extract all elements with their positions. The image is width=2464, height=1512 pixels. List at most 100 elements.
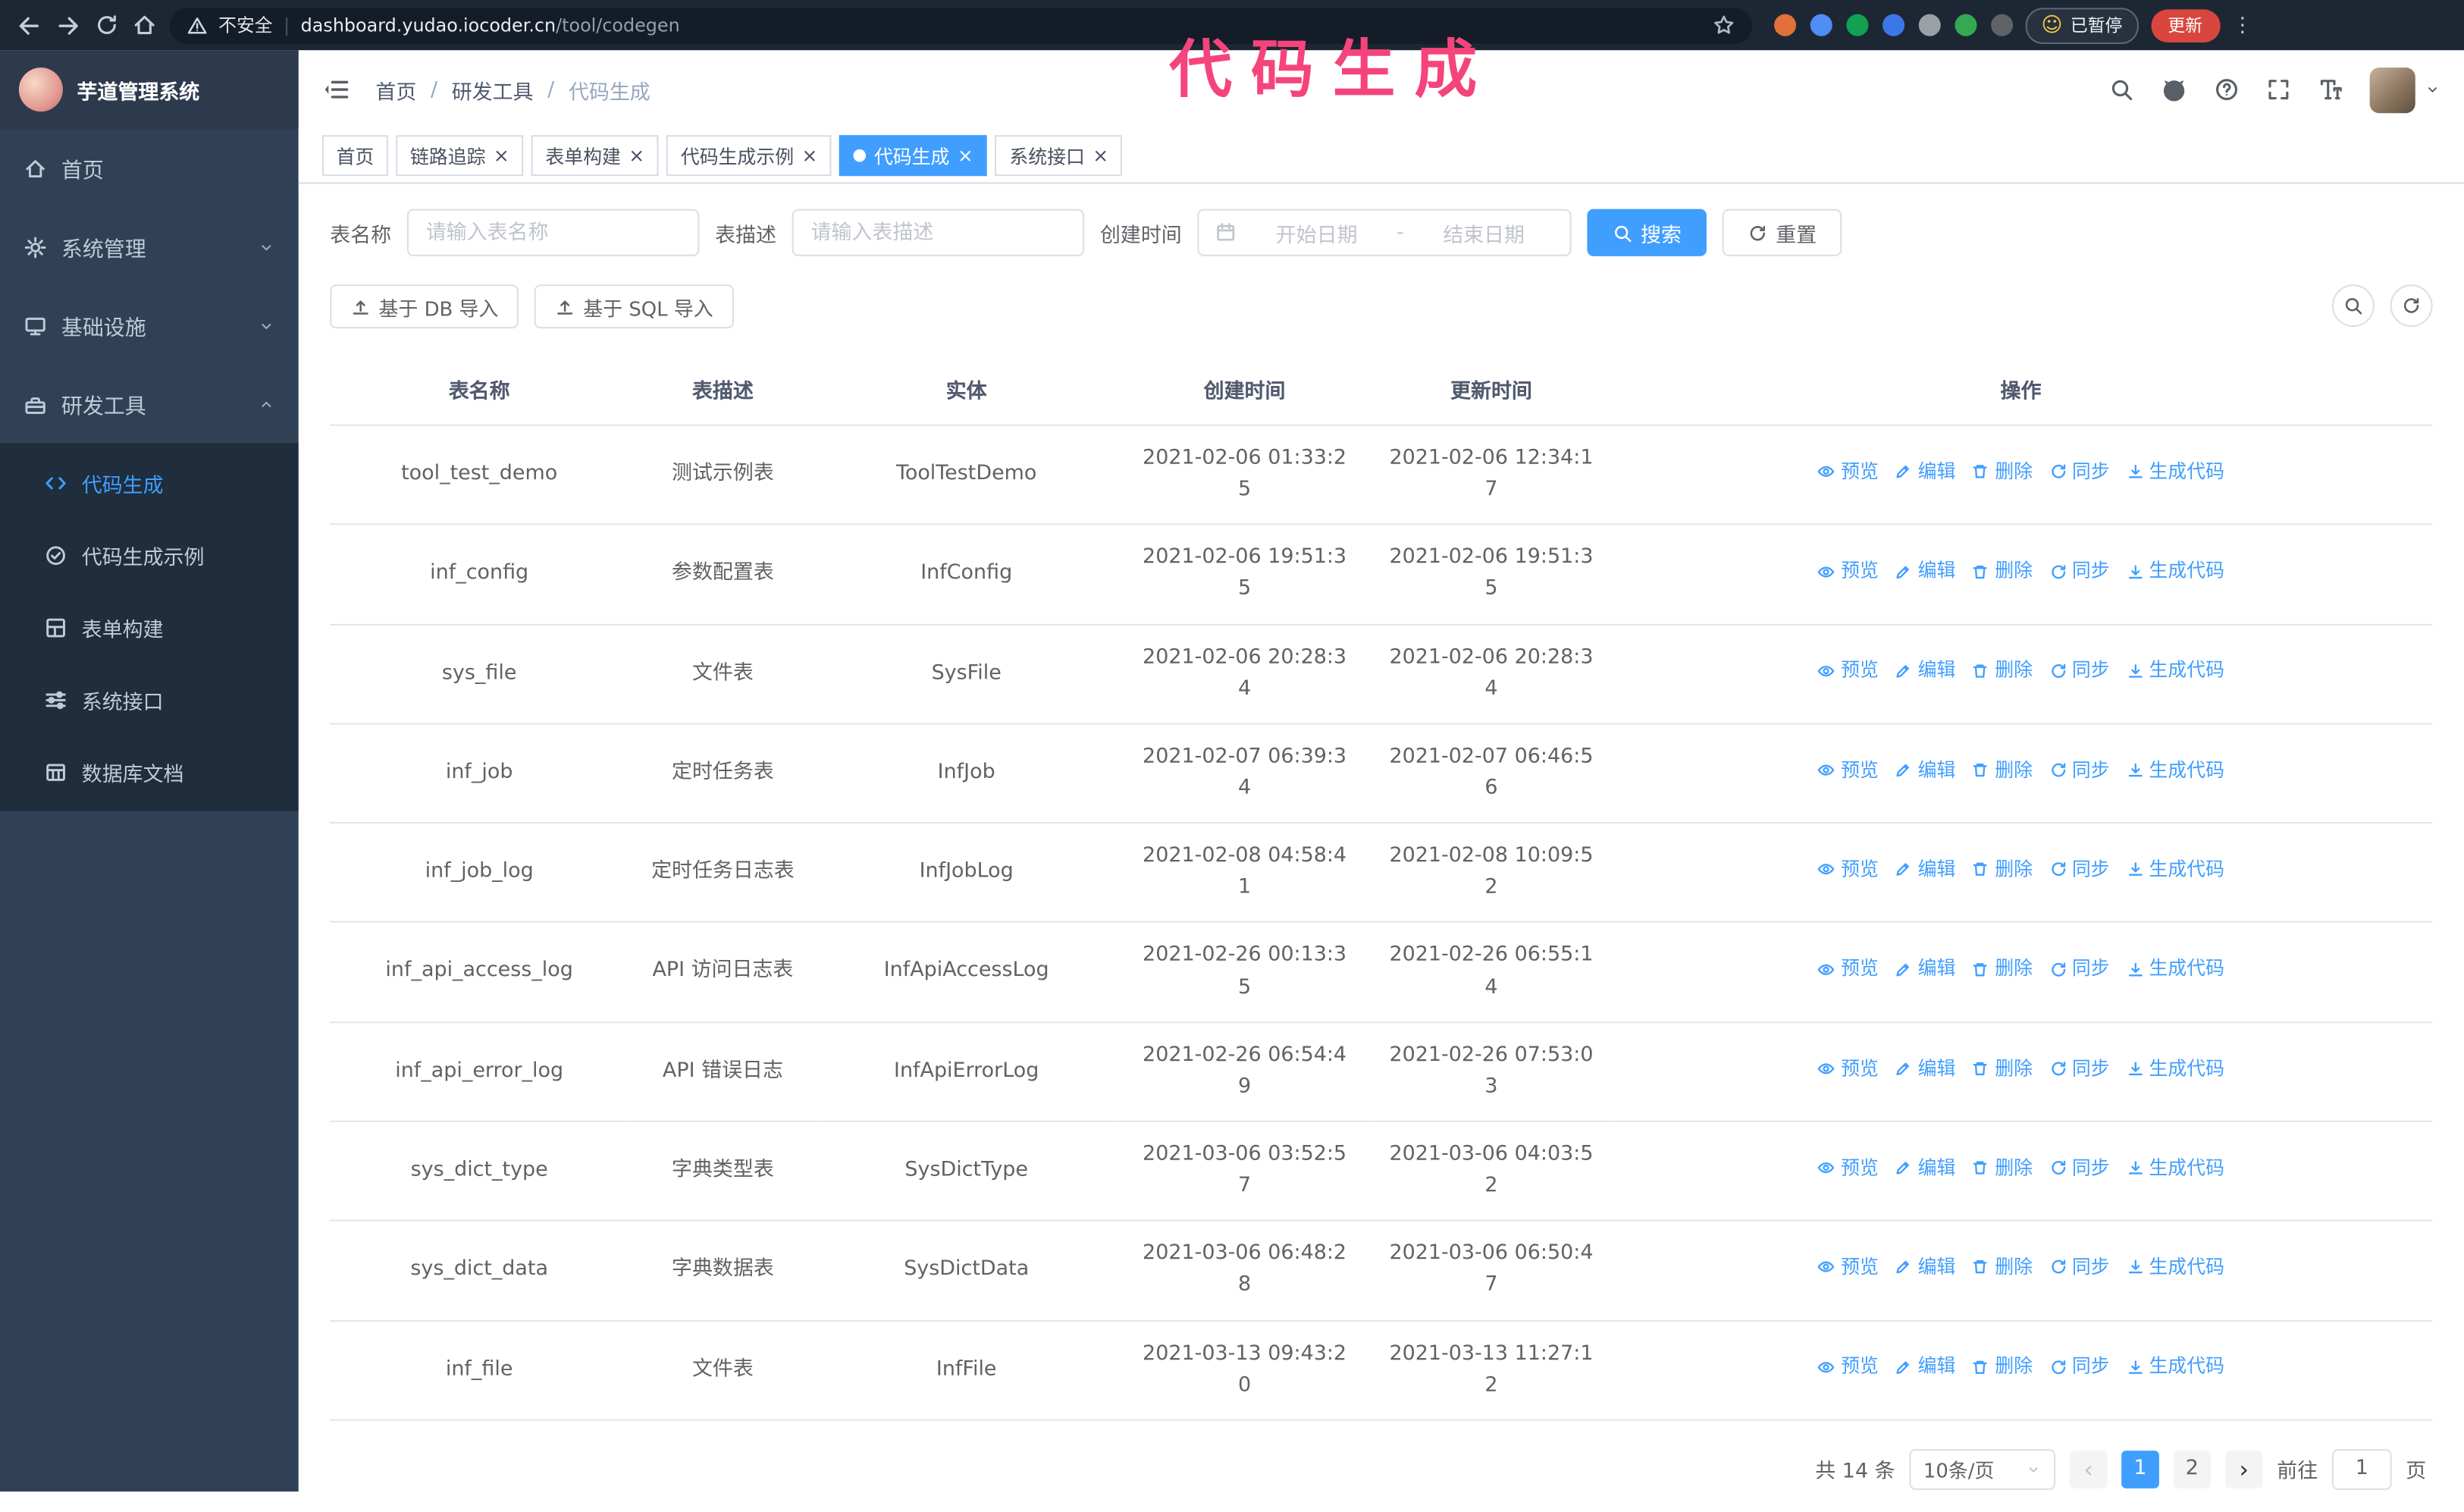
sidebar-item-home[interactable]: 首页 xyxy=(0,129,299,208)
page-size-select[interactable]: 10条/页 xyxy=(1909,1448,2056,1490)
font-size-icon[interactable] xyxy=(2318,77,2343,102)
hamburger-icon[interactable] xyxy=(322,75,350,103)
browser-home-icon[interactable] xyxy=(132,13,157,38)
breadcrumb-devtools[interactable]: 研发工具 xyxy=(452,74,534,105)
preview-link[interactable]: 预览 xyxy=(1817,557,1879,586)
extension-icon[interactable] xyxy=(1810,14,1832,36)
table-name-input[interactable] xyxy=(406,209,700,256)
sync-link[interactable]: 同步 xyxy=(2049,1153,2110,1183)
preview-link[interactable]: 预览 xyxy=(1817,755,1879,785)
import-sql-button[interactable]: 基于 SQL 导入 xyxy=(534,284,734,329)
extension-icon[interactable] xyxy=(1882,14,1905,36)
goto-page-input[interactable] xyxy=(2331,1448,2392,1490)
delete-link[interactable]: 删除 xyxy=(1971,1352,2033,1382)
generate-code-link[interactable]: 生成代码 xyxy=(2125,955,2224,984)
delete-link[interactable]: 删除 xyxy=(1971,1054,2033,1084)
reload-icon[interactable] xyxy=(94,13,119,38)
close-icon[interactable]: × xyxy=(1092,146,1108,165)
sidebar-item-db-doc[interactable]: 数据库文档 xyxy=(0,736,299,808)
edit-link[interactable]: 编辑 xyxy=(1895,457,1955,487)
tag-tab-5[interactable]: 系统接口 × xyxy=(995,135,1123,177)
sync-link[interactable]: 同步 xyxy=(2049,1352,2110,1382)
close-icon[interactable]: × xyxy=(801,146,817,165)
preview-link[interactable]: 预览 xyxy=(1817,1054,1879,1084)
delete-link[interactable]: 删除 xyxy=(1971,457,2033,487)
sidebar-item-codegen[interactable]: 代码生成 xyxy=(0,447,299,519)
tag-tab-1[interactable]: 链路追踪 × xyxy=(396,135,524,177)
sync-link[interactable]: 同步 xyxy=(2049,457,2110,487)
sync-link[interactable]: 同步 xyxy=(2049,855,2110,885)
sidebar-item-codegen-example[interactable]: 代码生成示例 xyxy=(0,519,299,591)
search-toggle-button[interactable] xyxy=(2331,284,2375,328)
sidebar-item-api[interactable]: 系统接口 xyxy=(0,663,299,736)
sidebar-item-system[interactable]: 系统管理 xyxy=(0,208,299,287)
generate-code-link[interactable]: 生成代码 xyxy=(2125,1054,2224,1084)
extension-icon[interactable] xyxy=(1991,14,2014,36)
tag-tab-4[interactable]: 代码生成 × xyxy=(839,135,988,177)
sync-link[interactable]: 同步 xyxy=(2049,1054,2110,1084)
forward-icon[interactable] xyxy=(55,12,82,39)
reset-button[interactable]: 重置 xyxy=(1722,209,1842,256)
sidebar-item-form-builder[interactable]: 表单构建 xyxy=(0,591,299,663)
edit-link[interactable]: 编辑 xyxy=(1895,1054,1955,1084)
tag-tab-0[interactable]: 首页 xyxy=(321,135,388,177)
extension-icon[interactable] xyxy=(1918,14,1941,36)
extension-icon[interactable] xyxy=(1846,14,1869,36)
prev-page-button[interactable]: ‹ xyxy=(2069,1450,2108,1488)
preview-link[interactable]: 预览 xyxy=(1817,1352,1879,1382)
url-bar[interactable]: 不安全 | dashboard.yudao.iocoder.cn /tool/c… xyxy=(169,7,1753,43)
generate-code-link[interactable]: 生成代码 xyxy=(2125,1352,2224,1382)
sync-link[interactable]: 同步 xyxy=(2049,755,2110,785)
user-menu[interactable] xyxy=(2369,67,2440,113)
edit-link[interactable]: 编辑 xyxy=(1895,557,1955,586)
edit-link[interactable]: 编辑 xyxy=(1895,1253,1955,1282)
tag-tab-3[interactable]: 代码生成示例 × xyxy=(666,135,832,177)
app-logo[interactable]: 芋道管理系统 xyxy=(0,50,299,129)
back-icon[interactable] xyxy=(16,12,42,39)
edit-link[interactable]: 编辑 xyxy=(1895,1352,1955,1382)
sidebar-item-devtools[interactable]: 研发工具 xyxy=(0,365,299,444)
preview-link[interactable]: 预览 xyxy=(1817,656,1879,685)
edit-link[interactable]: 编辑 xyxy=(1895,955,1955,984)
import-db-button[interactable]: 基于 DB 导入 xyxy=(330,284,519,329)
generate-code-link[interactable]: 生成代码 xyxy=(2125,1253,2224,1282)
header-search-icon[interactable] xyxy=(2109,77,2134,102)
browser-menu-icon[interactable]: ⋮ xyxy=(2232,14,2252,37)
edit-link[interactable]: 编辑 xyxy=(1895,656,1955,685)
close-icon[interactable]: × xyxy=(958,146,973,165)
edit-link[interactable]: 编辑 xyxy=(1895,755,1955,785)
github-icon[interactable] xyxy=(2161,77,2187,103)
sync-link[interactable]: 同步 xyxy=(2049,557,2110,586)
breadcrumb-home[interactable]: 首页 xyxy=(375,74,416,105)
preview-link[interactable]: 预览 xyxy=(1817,1253,1879,1282)
delete-link[interactable]: 删除 xyxy=(1971,855,2033,885)
edit-link[interactable]: 编辑 xyxy=(1895,855,1955,885)
delete-link[interactable]: 删除 xyxy=(1971,557,2033,586)
delete-link[interactable]: 删除 xyxy=(1971,755,2033,785)
delete-link[interactable]: 删除 xyxy=(1971,1153,2033,1183)
refresh-table-button[interactable] xyxy=(2390,284,2433,328)
tag-tab-2[interactable]: 表单构建 × xyxy=(531,135,659,177)
generate-code-link[interactable]: 生成代码 xyxy=(2125,656,2224,685)
preview-link[interactable]: 预览 xyxy=(1817,855,1879,885)
generate-code-link[interactable]: 生成代码 xyxy=(2125,1153,2224,1183)
page-button-1[interactable]: 1 xyxy=(2121,1450,2159,1488)
generate-code-link[interactable]: 生成代码 xyxy=(2125,457,2224,487)
page-button-2[interactable]: 2 xyxy=(2173,1450,2212,1488)
generate-code-link[interactable]: 生成代码 xyxy=(2125,557,2224,586)
search-button[interactable]: 搜索 xyxy=(1587,209,1707,256)
sync-link[interactable]: 同步 xyxy=(2049,656,2110,685)
table-desc-input[interactable] xyxy=(792,209,1085,256)
create-time-range-picker[interactable]: 开始日期 - 结束日期 xyxy=(1197,209,1572,256)
sync-link[interactable]: 同步 xyxy=(2049,1253,2110,1282)
extension-icon[interactable] xyxy=(1774,14,1797,36)
profile-paused-badge[interactable]: ☺ 已暂停 xyxy=(2025,7,2139,43)
help-icon[interactable] xyxy=(2214,77,2239,102)
close-icon[interactable]: × xyxy=(494,146,509,165)
generate-code-link[interactable]: 生成代码 xyxy=(2125,755,2224,785)
fullscreen-icon[interactable] xyxy=(2266,77,2291,102)
extension-icon[interactable] xyxy=(1955,14,1977,36)
sidebar-item-infra[interactable]: 基础设施 xyxy=(0,286,299,365)
delete-link[interactable]: 删除 xyxy=(1971,955,2033,984)
preview-link[interactable]: 预览 xyxy=(1817,955,1879,984)
